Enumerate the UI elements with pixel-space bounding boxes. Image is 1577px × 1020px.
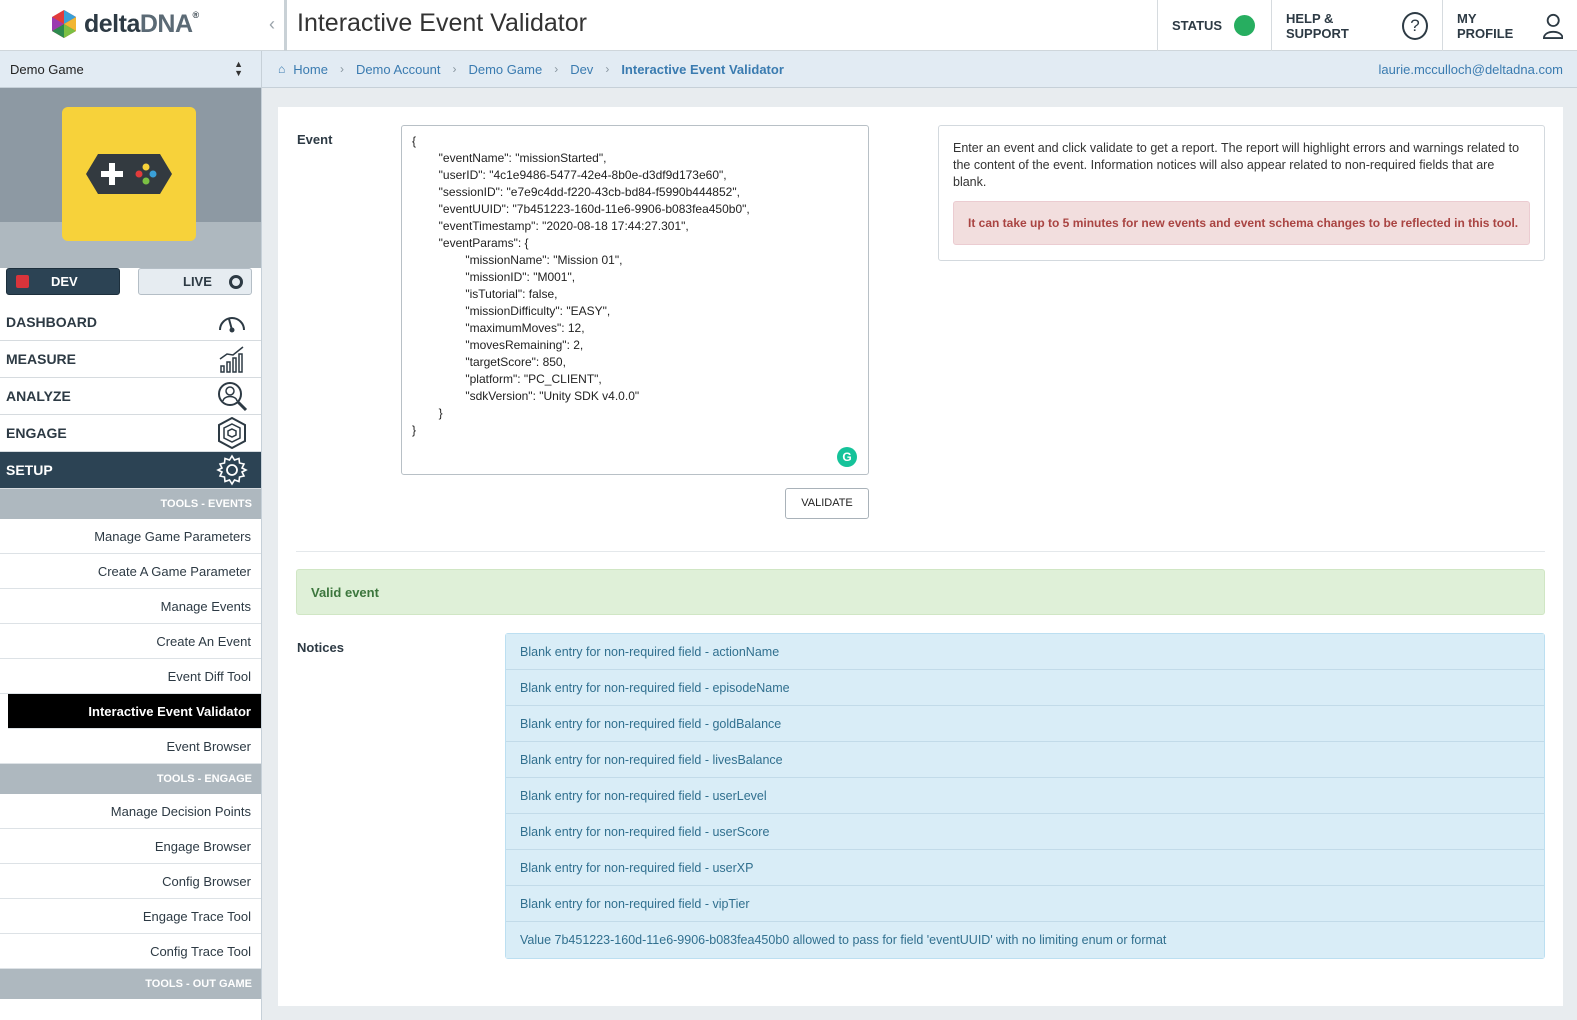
notice-item: Blank entry for non-required field - use… xyxy=(506,814,1544,850)
notice-item: Blank entry for non-required field - use… xyxy=(506,778,1544,814)
menu-item-label: ENGAGE xyxy=(6,425,67,441)
sidebar-item-manage-events[interactable]: Manage Events xyxy=(0,589,261,624)
sidebar-item-event-browser[interactable]: Event Browser xyxy=(0,729,261,764)
event-json-input[interactable]: { "eventName": "missionStarted", "userID… xyxy=(401,125,869,475)
page-title: Interactive Event Validator xyxy=(297,9,587,37)
menu-item-label: MEASURE xyxy=(6,351,77,367)
top-nav: STATUS HELP & SUPPORT ? MY PROFILE xyxy=(1157,0,1577,51)
menu-item-engage[interactable]: ENGAGE xyxy=(0,415,261,452)
logo-mark-icon xyxy=(52,10,76,38)
grammarly-icon[interactable]: G xyxy=(837,447,857,467)
game-selector-value: Demo Game xyxy=(10,62,84,77)
info-panel: Enter an event and click validate to get… xyxy=(938,125,1545,261)
logo-text: deltaDNA® xyxy=(84,9,199,38)
sidebar-item-create-event[interactable]: Create An Event xyxy=(0,624,261,659)
menu-item-label: ANALYZE xyxy=(6,388,71,404)
notice-item: Blank entry for non-required field - use… xyxy=(506,850,1544,886)
help-icon: ? xyxy=(1402,11,1428,40)
gauge-icon xyxy=(216,307,248,337)
chevron-right-icon: › xyxy=(339,62,344,76)
sidebar-item-config-trace-tool[interactable]: Config Trace Tool xyxy=(0,934,261,969)
menu-item-label: DASHBOARD xyxy=(6,314,97,330)
section-heading-tools-engage: TOOLS - ENGAGE xyxy=(0,764,261,794)
title-separator xyxy=(284,0,287,51)
section-heading-tools-out-game: TOOLS - OUT GAME xyxy=(0,969,261,999)
menu-item-label: SETUP xyxy=(6,462,53,478)
sidebar-item-config-browser[interactable]: Config Browser xyxy=(0,864,261,899)
chevron-right-icon: › xyxy=(452,62,457,76)
notice-item: Blank entry for non-required field - vip… xyxy=(506,886,1544,922)
magnifier-person-icon xyxy=(216,381,248,412)
sidebar-item-engage-trace-tool[interactable]: Engage Trace Tool xyxy=(0,899,261,934)
status-label: STATUS xyxy=(1172,18,1223,33)
warning-alert: It can take up to 5 minutes for new even… xyxy=(953,201,1530,245)
env-live-label: LIVE xyxy=(183,274,212,289)
gamepad-icon xyxy=(86,154,172,194)
notice-item: Blank entry for non-required field - liv… xyxy=(506,742,1544,778)
env-dev-label: DEV xyxy=(51,274,78,289)
breadcrumb-home[interactable]: Home xyxy=(293,62,328,77)
collapse-sidebar-icon[interactable]: ‹ xyxy=(263,12,281,36)
event-label: Event xyxy=(297,132,333,147)
status-menu[interactable]: STATUS xyxy=(1157,0,1271,51)
profile-label: MY PROFILE xyxy=(1457,10,1514,41)
main-menu: DASHBOARD MEASURE ANALYZE ENGAGE SETUP T… xyxy=(0,304,261,999)
notice-item: Blank entry for non-required field - gol… xyxy=(506,706,1544,742)
validate-button[interactable]: VALIDATE xyxy=(785,488,869,519)
breadcrumb: ⌂ Home › Demo Account › Demo Game › Dev … xyxy=(262,51,1577,88)
breadcrumb-current: Interactive Event Validator xyxy=(621,61,784,77)
sidebar: DEV LIVE DASHBOARD MEASURE ANALYZE ENGAG… xyxy=(0,88,262,1020)
menu-item-setup[interactable]: SETUP xyxy=(0,452,261,489)
user-icon xyxy=(1542,13,1563,39)
notice-item: Blank entry for non-required field - act… xyxy=(506,634,1544,670)
deltadna-logo[interactable]: deltaDNA® xyxy=(50,7,199,41)
gear-icon xyxy=(216,454,248,486)
home-icon: ⌂ xyxy=(278,62,286,76)
sidebar-item-manage-decision-points[interactable]: Manage Decision Points xyxy=(0,794,261,829)
sidebar-item-manage-game-parameters[interactable]: Manage Game Parameters xyxy=(0,519,261,554)
breadcrumb-account[interactable]: Demo Account xyxy=(356,62,441,77)
chart-icon xyxy=(216,344,248,374)
hexagon-icon xyxy=(216,417,248,449)
sidebar-item-engage-browser[interactable]: Engage Browser xyxy=(0,829,261,864)
sidebar-item-create-game-parameter[interactable]: Create A Game Parameter xyxy=(0,554,261,589)
updown-arrows-icon: ▲ ▼ xyxy=(234,59,243,78)
sidebar-item-interactive-event-validator[interactable]: Interactive Event Validator xyxy=(8,694,261,729)
environment-toggle: DEV LIVE xyxy=(0,266,261,304)
info-text: Enter an event and click validate to get… xyxy=(953,141,1520,189)
chevron-right-icon: › xyxy=(554,62,559,76)
game-selector[interactable]: Demo Game ▲ ▼ xyxy=(0,51,262,88)
menu-item-dashboard[interactable]: DASHBOARD xyxy=(0,304,261,341)
profile-menu[interactable]: MY PROFILE xyxy=(1442,0,1577,51)
notice-item: Value 7b451223-160d-11e6-9906-b083fea450… xyxy=(506,922,1544,958)
notices-list: Blank entry for non-required field - act… xyxy=(505,633,1545,959)
notice-item: Blank entry for non-required field - epi… xyxy=(506,670,1544,706)
divider xyxy=(296,551,1545,552)
top-bar: deltaDNA® ‹ Interactive Event Validator … xyxy=(0,0,1577,51)
menu-item-measure[interactable]: MEASURE xyxy=(0,341,261,378)
ring-icon xyxy=(229,275,243,289)
breadcrumb-game[interactable]: Demo Game xyxy=(468,62,542,77)
cube-icon xyxy=(16,275,29,288)
section-heading-tools-events: TOOLS - EVENTS xyxy=(0,489,261,519)
user-email-link[interactable]: laurie.mcculloch@deltadna.com xyxy=(1379,62,1563,77)
env-dev-button[interactable]: DEV xyxy=(6,268,120,295)
chevron-right-icon: › xyxy=(605,62,610,76)
help-label: HELP & SUPPORT xyxy=(1286,10,1349,41)
notices-label: Notices xyxy=(297,640,344,655)
menu-item-analyze[interactable]: ANALYZE xyxy=(0,378,261,415)
help-support-menu[interactable]: HELP & SUPPORT ? xyxy=(1271,0,1442,51)
validator-panel: Event { "eventName": "missionStarted", "… xyxy=(278,107,1563,1006)
breadcrumb-env[interactable]: Dev xyxy=(570,62,593,77)
game-avatar[interactable] xyxy=(62,107,196,241)
validation-result: Valid event xyxy=(296,569,1545,615)
sidebar-item-event-diff-tool[interactable]: Event Diff Tool xyxy=(0,659,261,694)
status-dot-icon xyxy=(1234,15,1256,36)
env-live-button[interactable]: LIVE xyxy=(138,268,252,295)
